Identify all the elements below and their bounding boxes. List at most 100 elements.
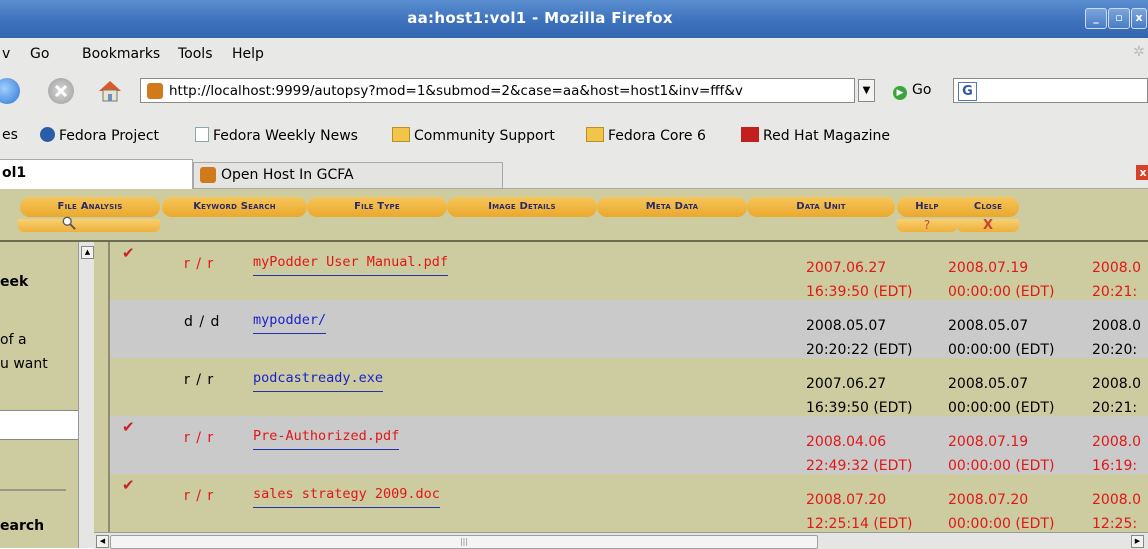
deleted-check-icon: ✔ [122,418,135,436]
throbber-icon: ✲ [1133,44,1145,60]
page-icon [195,127,209,142]
help-button[interactable]: Help [897,197,957,217]
bookmark-community-support[interactable]: Community Support [392,127,555,144]
url-history-dropdown-icon[interactable]: ▼ [858,79,875,102]
tab-open-host[interactable]: Open Host In GCFA [193,162,503,188]
google-search-icon[interactable]: G [958,82,977,101]
scrollbar-thumb[interactable]: ||| [110,535,818,549]
written-time: 22:49:32 (EDT) [806,458,913,474]
scroll-up-icon[interactable]: ▲ [81,246,94,259]
file-analysis-button[interactable]: File Analysis [20,197,160,217]
help-question-icon[interactable]: ? [897,219,957,232]
file-type-button[interactable]: File Type [307,197,447,217]
close-button[interactable]: Close [957,197,1019,217]
left-panel-scrollbar[interactable]: ▲ [78,242,95,548]
horizontal-scrollbar[interactable]: ◀ ||| ▶ [94,532,1148,549]
reload-icon[interactable] [0,78,20,104]
bookmark-label: Fedora Weekly News [213,128,358,144]
table-row[interactable]: ✔ r / r myPodder User Manual.pdf 2007.06… [110,242,1148,300]
maximize-icon[interactable]: ▫ [1108,8,1130,29]
scroll-left-icon[interactable]: ◀ [96,535,109,548]
left-panel-text-1: of a [0,332,27,348]
close-x-icon[interactable]: X [957,219,1019,232]
file-name-link[interactable]: Pre-Authorized.pdf [253,428,400,450]
file-name-link[interactable]: myPodder User Manual.pdf [253,254,449,276]
changed-date: 2008.0 [1092,260,1141,276]
close-tab-icon[interactable]: x [1136,165,1148,180]
changed-time: 16:19: [1092,458,1138,474]
navigation-toolbar: http://localhost:9999/autopsy?mod=1&subm… [0,70,1148,113]
table-row[interactable]: ✔ r / r sales strategy 2009.doc 2008.07.… [110,474,1148,532]
file-type: d / d [184,314,221,330]
written-date: 2008.05.07 [806,318,887,334]
home-icon[interactable] [96,78,122,104]
bookmark-fedora-project[interactable]: Fedora Project [40,127,159,144]
go-arrow-icon: ▶ [893,86,907,100]
changed-time: 12:25: [1092,516,1138,532]
tab-label: ol1 [2,165,27,181]
menu-help[interactable]: Help [232,46,264,62]
written-time: 16:39:50 (EDT) [806,400,913,416]
file-list: ✔ r / r myPodder User Manual.pdf 2007.06… [110,242,1148,532]
file-name-link[interactable]: mypodder/ [253,312,327,334]
accessed-date: 2008.05.07 [948,376,1029,392]
meta-data-button[interactable]: Meta Data [597,197,747,217]
close-window-icon[interactable]: x [1131,8,1147,29]
accessed-time: 00:00:00 (EDT) [948,516,1055,532]
bookmark-fedora-weekly-news[interactable]: Fedora Weekly News [195,127,358,144]
site-favicon-icon [147,83,163,99]
search-input[interactable]: G [953,78,1148,103]
left-panel-text-2: u want [0,356,48,372]
accessed-date: 2008.05.07 [948,318,1029,334]
menu-tools[interactable]: Tools [178,46,213,62]
fedora-icon [40,127,55,142]
left-panel-search-label: earch [0,518,45,534]
left-panel-divider [0,489,66,491]
url-bar[interactable]: http://localhost:9999/autopsy?mod=1&subm… [140,78,855,103]
menu-bookmarks[interactable]: Bookmarks [82,46,160,62]
folder-icon [586,127,604,142]
table-row[interactable]: d / d mypodder/ 2008.05.07 20:20:22 (EDT… [110,300,1148,358]
folder-icon [392,127,410,142]
go-button[interactable]: ▶ Go [893,82,931,100]
changed-time: 20:21: [1092,284,1138,300]
written-date: 2008.07.20 [806,492,887,508]
written-time: 20:20:22 (EDT) [806,342,913,358]
changed-date: 2008.0 [1092,492,1141,508]
file-name-link[interactable]: podcastready.exe [253,370,384,392]
file-type: r / r [184,430,215,446]
content-area: eek of a u want earch ▲ ✔ r / r myPodder… [0,242,1148,549]
scroll-right-icon[interactable]: ▶ [1131,535,1144,548]
image-details-button[interactable]: Image Details [447,197,597,217]
menu-view[interactable]: v [2,46,10,62]
table-row[interactable]: ✔ r / r Pre-Authorized.pdf 2008.04.06 22… [110,416,1148,474]
autopsy-favicon-icon [200,167,216,183]
window-title: aa:host1:vol1 - Mozilla Firefox [407,9,673,27]
file-name-link[interactable]: sales strategy 2009.doc [253,486,440,508]
keyword-search-button[interactable]: Keyword Search [162,197,307,217]
bookmark-fedora-core-6[interactable]: Fedora Core 6 [586,127,706,144]
changed-date: 2008.0 [1092,434,1141,450]
bookmark-label: Red Hat Magazine [763,128,890,144]
table-row[interactable]: r / r podcastready.exe 2007.06.27 16:39:… [110,358,1148,416]
url-text[interactable]: http://localhost:9999/autopsy?mod=1&subm… [169,83,849,99]
tab-vol1[interactable]: ol1 [0,159,193,189]
frame-divider[interactable] [94,242,110,548]
accessed-date: 2008.07.20 [948,492,1029,508]
stop-icon[interactable] [48,78,74,104]
changed-date: 2008.0 [1092,376,1141,392]
data-unit-button[interactable]: Data Unit [747,197,895,217]
go-label: Go [912,82,932,98]
tab-label: Open Host In GCFA [221,167,354,183]
changed-time: 20:20: [1092,342,1138,358]
left-panel-input[interactable] [0,410,78,440]
file-type: r / r [184,372,215,388]
menu-go[interactable]: Go [30,46,49,62]
file-type: r / r [184,256,215,272]
written-date: 2007.06.27 [806,376,887,392]
bookmark-red-hat-magazine[interactable]: Red Hat Magazine [741,127,890,144]
changed-date: 2008.0 [1092,318,1141,334]
minimize-icon[interactable]: _ [1085,8,1107,29]
bookmark-partial[interactable]: es [2,127,18,143]
autopsy-toolbar: File Analysis Keyword Search File Type I… [0,189,1148,242]
